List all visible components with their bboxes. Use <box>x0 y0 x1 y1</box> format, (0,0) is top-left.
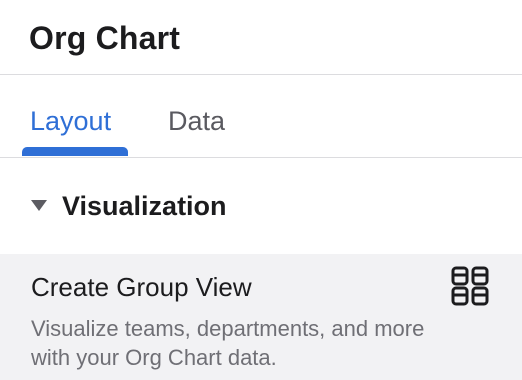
panel-header: Org Chart <box>0 0 522 75</box>
caret-down-icon <box>31 200 47 211</box>
option-description: Visualize teams, departments, and more w… <box>31 316 425 370</box>
org-chart-panel: Org Chart Layout Data Visualization Crea… <box>0 0 522 380</box>
grid-layout-icon <box>451 266 489 306</box>
tab-layout[interactable]: Layout <box>30 103 111 139</box>
option-title: Create Group View <box>31 272 252 302</box>
tab-data[interactable]: Data <box>168 103 225 139</box>
tab-bar: Layout Data <box>0 75 522 158</box>
active-tab-indicator <box>22 147 128 156</box>
create-group-view-option[interactable]: Create Group View Visualize teams, depar… <box>0 254 522 380</box>
section-title: Visualization <box>62 191 227 221</box>
visualization-section-toggle[interactable]: Visualization <box>0 158 522 254</box>
panel-title: Org Chart <box>29 20 181 56</box>
